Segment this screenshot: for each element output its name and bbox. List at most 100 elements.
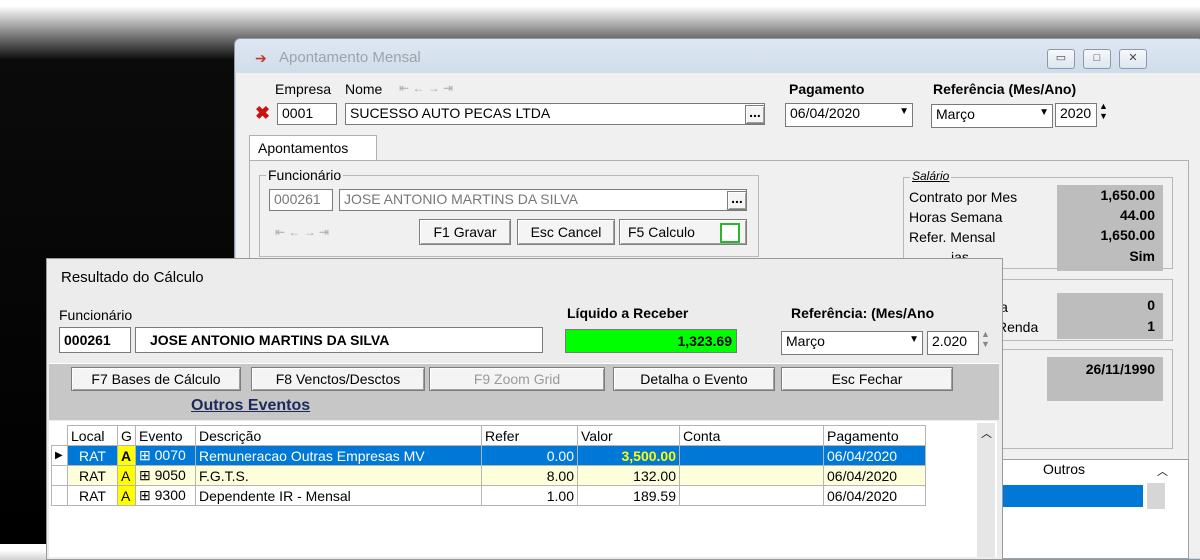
salario-label-refer: Refer. Mensal (909, 229, 996, 245)
referencia-label: Referência: (Mes/Ano (791, 305, 935, 321)
cell-descricao[interactable]: F.G.T.S. (195, 465, 482, 486)
dialog-ref-month-select[interactable]: Março ▼ (781, 331, 923, 355)
cell-conta[interactable] (679, 485, 824, 506)
ref-month-select[interactable]: Março ▼ (931, 104, 1053, 128)
cell-g[interactable]: A (117, 485, 136, 506)
fechar-button[interactable]: Esc Fechar (781, 367, 953, 391)
cancel-button[interactable]: Esc Cancel (517, 219, 615, 245)
calculo-button[interactable]: F5 Calculo (619, 219, 747, 245)
col-refer[interactable]: Refer (481, 425, 578, 446)
col-g[interactable]: G (117, 425, 136, 446)
cell-refer[interactable]: 8.00 (481, 465, 578, 486)
dialog-func-name[interactable]: JOSE ANTONIO MARTINS DA SILVA (135, 327, 543, 353)
zoom-grid-button[interactable]: F9 Zoom Grid (429, 367, 605, 391)
expand-icon[interactable]: ⊞ (139, 447, 155, 463)
cell-local[interactable]: RAT (67, 465, 118, 486)
cell-valor[interactable]: 189.59 (577, 485, 680, 506)
venctos-label: F8 Venctos/Desctos (275, 371, 401, 387)
salario-value-refer: 1,650.00 (1100, 227, 1156, 243)
events-scrollbar[interactable]: ︿ (977, 423, 995, 557)
pagamento-date-select[interactable]: 06/04/2020 ▼ (785, 103, 913, 127)
scroll-up-icon[interactable]: ︿ (981, 425, 992, 441)
salario-value-contrato: 1,650.00 (1100, 187, 1156, 203)
outros-scrollbar[interactable] (1147, 483, 1165, 509)
cell-evento[interactable]: ⊞ 0070 (135, 445, 196, 466)
func-nav-arrows-icon[interactable]: ⇤ ← → ⇥ (275, 225, 329, 239)
close-button[interactable]: ✕ (1119, 49, 1147, 69)
cell-evento-code: 9300 (154, 487, 186, 503)
dialog-title: Resultado do Cálculo (61, 269, 204, 286)
cell-valor[interactable]: 132.00 (577, 465, 680, 486)
col-descricao[interactable]: Descrição (195, 425, 482, 446)
referencia-label: Referência (Mes/Ano) (933, 81, 1077, 97)
ref-year-spinner[interactable]: 2020 (1055, 103, 1097, 127)
table-row[interactable]: RAT A ⊞ 9050 F.G.T.S. 8.00 132.00 06/04/… (51, 465, 926, 486)
cell-pagamento[interactable]: 06/04/2020 (823, 485, 926, 506)
bases-calculo-button[interactable]: F7 Bases de Cálculo (71, 367, 241, 391)
cell-evento-code: 9050 (154, 467, 186, 483)
cell-descricao[interactable]: Dependente IR - Mensal (195, 485, 482, 506)
cell-descricao[interactable]: Remuneracao Outras Empresas MV (195, 445, 482, 466)
tab-apontamentos[interactable]: Apontamentos (249, 135, 377, 161)
zoom-grid-label: F9 Zoom Grid (473, 371, 561, 387)
current-row-icon: ▶ (51, 445, 68, 466)
tab-label: Apontamentos (258, 140, 349, 156)
cell-evento[interactable]: ⊞ 9300 (135, 485, 196, 506)
cell-refer[interactable]: 0.00 (481, 445, 578, 466)
col-local[interactable]: Local (67, 425, 118, 446)
detalha-evento-button[interactable]: Detalha o Evento (613, 367, 775, 391)
col-pagamento[interactable]: Pagamento (823, 425, 926, 446)
bases-calculo-label: F7 Bases de Cálculo (91, 371, 221, 387)
func-code-field[interactable]: 000261 (269, 189, 333, 211)
gravar-button[interactable]: F1 Gravar (419, 219, 511, 245)
delete-icon[interactable]: ✖ (255, 103, 270, 124)
table-row[interactable]: ▶ RAT A ⊞ 0070 Remuneracao Outras Empres… (51, 445, 926, 466)
cell-evento[interactable]: ⊞ 9050 (135, 465, 196, 486)
col-evento[interactable]: Evento (135, 425, 196, 446)
resultado-dialog: Resultado do Cálculo Funcionário 000261 … (46, 258, 1003, 560)
cell-refer[interactable]: 1.00 (481, 485, 578, 506)
outros-selected-row[interactable] (1001, 485, 1143, 507)
calculo-label: F5 Calculo (628, 224, 695, 240)
venctos-button[interactable]: F8 Venctos/Desctos (251, 367, 425, 391)
other-value-renda: 1 (1147, 318, 1155, 334)
salario-value-horas: 44.00 (1119, 207, 1155, 223)
cell-g[interactable]: A (117, 445, 136, 466)
other-value-ia: 0 (1147, 297, 1155, 313)
spinner-arrows-icon[interactable]: ▲ ▼ (981, 329, 990, 349)
liquido-label: Líquido a Receber (567, 305, 689, 321)
liquido-value: 1,323.69 (565, 329, 737, 353)
cell-pagamento[interactable]: 06/04/2020 (823, 445, 926, 466)
col-conta[interactable]: Conta (679, 425, 824, 446)
maximize-button[interactable]: □ (1083, 49, 1111, 69)
col-valor[interactable]: Valor (577, 425, 680, 446)
calculo-checkbox[interactable] (720, 223, 740, 243)
table-row[interactable]: RAT A ⊞ 9300 Dependente IR - Mensal 1.00… (51, 485, 926, 506)
cell-g[interactable]: A (117, 465, 136, 486)
row-indicator (51, 465, 68, 486)
func-name-field[interactable]: JOSE ANTONIO MARTINS DA SILVA (339, 189, 747, 211)
fechar-label: Esc Fechar (831, 371, 903, 387)
section-title: Outros Eventos (191, 397, 311, 414)
empresa-code-field[interactable]: 0001 (277, 103, 337, 125)
empresa-name-field[interactable]: SUCESSO AUTO PECAS LTDA (345, 103, 765, 125)
scroll-up-icon[interactable]: ︿ (1157, 463, 1168, 479)
cell-valor[interactable]: 3,500.00 (577, 445, 680, 466)
nome-label: Nome (345, 81, 383, 97)
minimize-button[interactable]: ▭ (1047, 49, 1075, 69)
cell-local[interactable]: RAT (67, 445, 118, 466)
expand-icon[interactable]: ⊞ (139, 467, 155, 483)
cell-conta[interactable] (679, 465, 824, 486)
outros-header[interactable]: Outros (1043, 461, 1085, 477)
spinner-arrows-icon[interactable]: ▲ ▼ (1099, 101, 1108, 121)
chevron-down-icon: ▼ (1039, 107, 1049, 118)
func-lookup-button[interactable]: ... (727, 191, 747, 210)
expand-icon[interactable]: ⊞ (139, 487, 155, 503)
cell-pagamento[interactable]: 06/04/2020 (823, 465, 926, 486)
cell-conta[interactable] (679, 445, 824, 466)
dialog-func-code[interactable]: 000261 (59, 327, 131, 353)
nav-arrows-icon[interactable]: ⇤ ← → ⇥ (399, 81, 453, 95)
cell-local[interactable]: RAT (67, 485, 118, 506)
empresa-lookup-button[interactable]: ... (745, 105, 765, 124)
dialog-ref-year-spinner[interactable]: 2.020 (927, 331, 979, 355)
